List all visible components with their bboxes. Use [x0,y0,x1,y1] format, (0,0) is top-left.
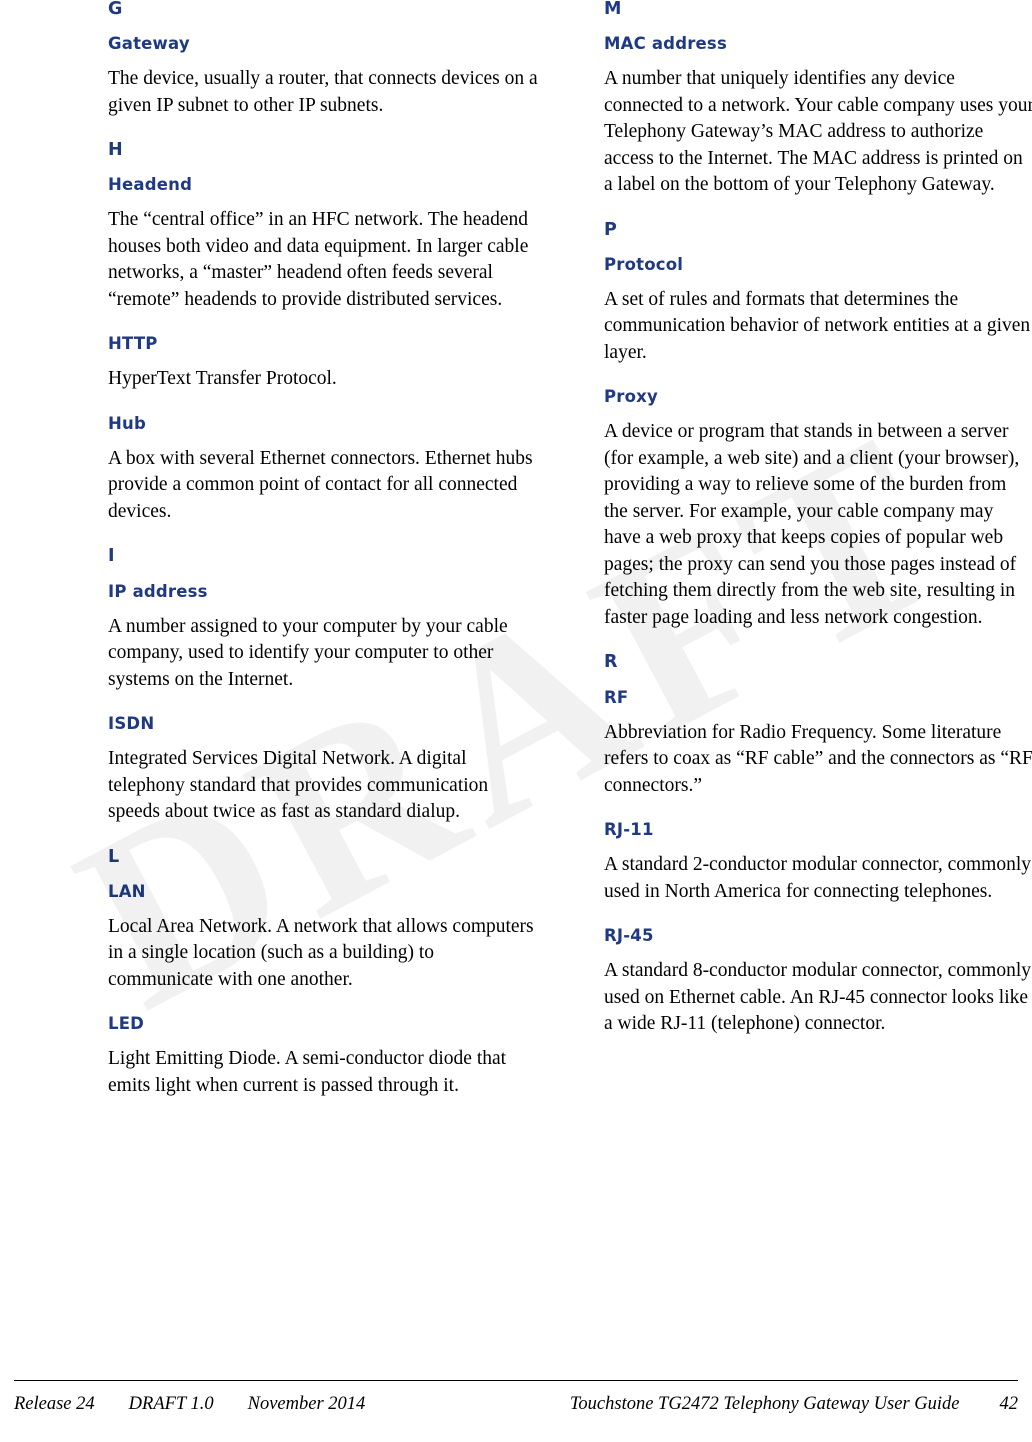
footer-date: November 2014 [247,1394,366,1414]
glossary-letter-heading: P [604,219,618,240]
glossary-term: LED [108,1014,145,1034]
glossary-definition: A standard 8-conductor modular connector… [604,960,1032,1035]
footer-release: Release 24 [14,1394,95,1414]
glossary-term: RJ-11 [604,820,654,840]
glossary-definition: Abbreviation for Radio Frequency. Some l… [604,721,1032,796]
footer-draft-version: DRAFT 1.0 [128,1394,214,1414]
glossary-term: RJ-45 [604,926,654,946]
glossary-definition: Integrated Services Digital Network. A d… [108,748,489,823]
footer-row: Release 24 DRAFT 1.0 November 2014 Touch… [14,1394,1018,1415]
glossary-term: LAN [108,881,146,901]
glossary-letter-heading: M [604,0,622,19]
footer-guide-title: Touchstone TG2472 Telephony Gateway User… [569,1394,960,1414]
glossary-letter-heading: I [108,546,115,567]
glossary-term: IP address [108,581,208,601]
glossary-definition: Light Emitting Diode. A semi-conductor d… [108,1048,507,1096]
glossary-definition: The “central office” in an HFC network. … [108,209,529,310]
glossary-term: Proxy [604,387,658,407]
glossary-term: HTTP [108,334,158,354]
glossary-term: RF [604,687,629,707]
glossary-term: Hub [108,413,146,433]
glossary-letter-heading: G [108,0,123,19]
footer-left-group: Release 24 DRAFT 1.0 November 2014 [14,1394,365,1415]
footer-right-group: Touchstone TG2472 Telephony Gateway User… [570,1394,1018,1415]
footer-page-number: 42 [999,1394,1019,1414]
glossary-term: MAC address [604,34,727,54]
glossary-definition: A number assigned to your computer by yo… [108,615,508,690]
glossary-column-right: M MAC address A number that uniquely ident… [604,0,1032,1060]
glossary-term: ISDN [108,714,155,734]
footer-divider [14,1380,1018,1381]
glossary-definition: A box with several Ethernet connectors. … [108,447,533,522]
glossary-term: Protocol [604,254,684,274]
glossary-column-left: G Gateway The device, usually a router, th… [108,0,538,1121]
glossary-definition: The device, usually a router, that conne… [108,68,538,116]
glossary-definition: A set of rules and formats that determin… [604,288,1031,363]
glossary-term: Gateway [108,34,190,54]
glossary-letter-heading: R [604,652,618,673]
page-footer: Release 24 DRAFT 1.0 November 2014 Touch… [0,1380,1032,1442]
glossary-columns: G Gateway The device, usually a router, th… [0,0,1032,1380]
document-page: DRAFT G Gateway The device, usually a rout… [0,0,1032,1442]
glossary-definition: HyperText Transfer Protocol. [108,368,337,390]
glossary-letter-heading: L [108,846,120,867]
glossary-definition: Local Area Network. A network that allow… [108,915,534,990]
glossary-term: Headend [108,175,193,195]
glossary-definition: A device or program that stands in betwe… [604,421,1020,628]
glossary-definition: A number that uniquely identifies any de… [604,68,1032,196]
glossary-letter-heading: H [108,140,123,161]
glossary-definition: A standard 2-conductor modular connector… [604,854,1032,902]
